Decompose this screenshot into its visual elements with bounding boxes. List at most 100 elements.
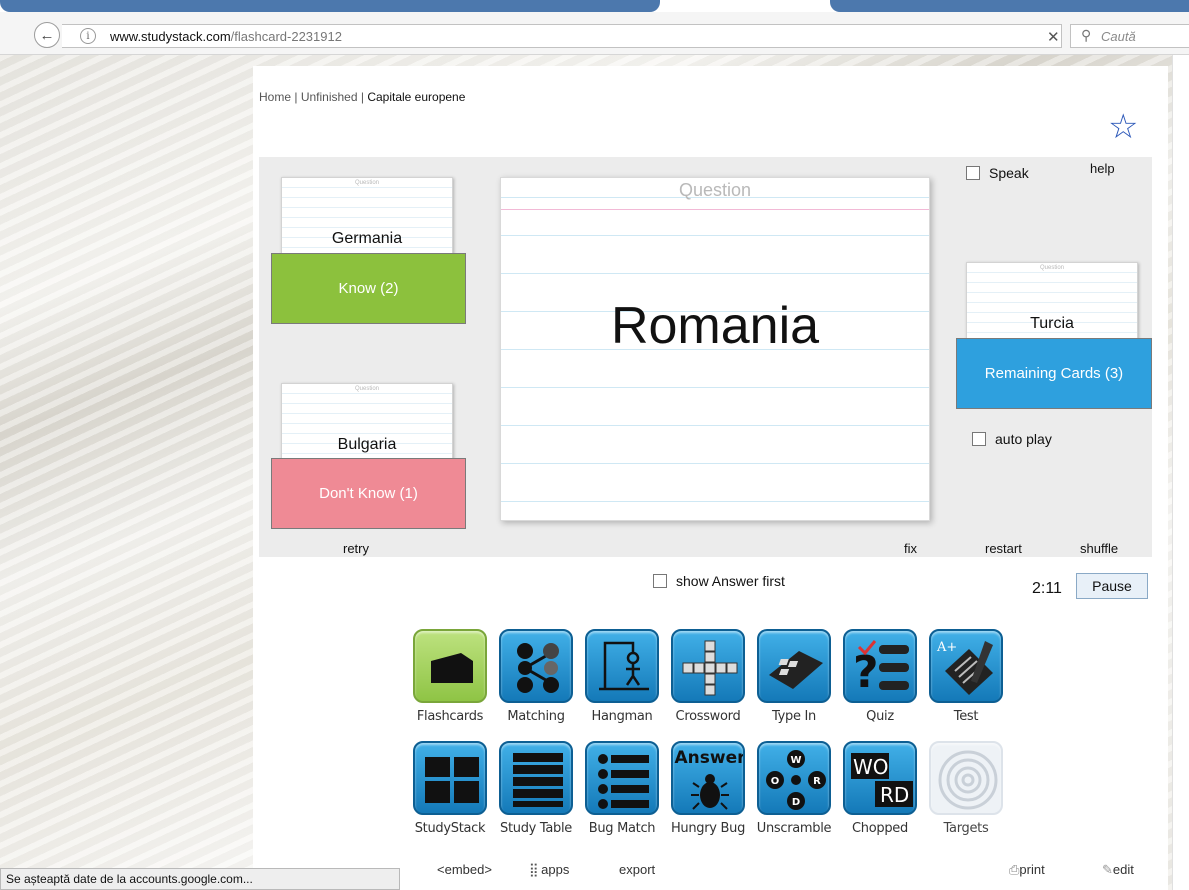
remaining-pile-card: Question Turcia [966, 262, 1138, 344]
unscramble-icon: W O R D [757, 741, 831, 815]
app-label: StudyStack [414, 821, 486, 836]
shuffle-link[interactable]: shuffle [1080, 541, 1118, 556]
hungry-bug-icon: Answer [671, 741, 745, 815]
app-label: Crossword [675, 709, 741, 724]
back-button[interactable]: ← [34, 22, 60, 48]
app-quiz[interactable]: ? Quiz [837, 629, 923, 724]
breadcrumb: Home | Unfinished | Capitale europene [259, 90, 465, 104]
tab-strip [0, 0, 1189, 12]
know-pile-word: Germania [331, 230, 403, 247]
dont-know-pile-button[interactable]: Don't Know (1) [271, 458, 466, 529]
breadcrumb-home[interactable]: Home [259, 90, 291, 104]
app-label: Hangman [591, 709, 653, 724]
app-type-in[interactable]: Type In [751, 629, 837, 724]
breadcrumb-separator: | [357, 90, 368, 104]
status-bar: Se așteaptă date de la accounts.google.c… [0, 868, 400, 890]
favorite-star-icon[interactable]: ☆ [1108, 110, 1138, 144]
url-path: /flashcard-2231912 [230, 29, 342, 44]
checkbox-box[interactable] [653, 574, 667, 588]
app-test[interactable]: A+ Test [923, 629, 1009, 724]
hangman-icon [585, 629, 659, 703]
pencil-icon: ✎ [1102, 862, 1113, 877]
know-pile-button[interactable]: Know (2) [271, 253, 466, 324]
app-label: Chopped [852, 821, 908, 836]
svg-text:?: ? [853, 647, 879, 698]
speak-checkbox[interactable]: Speak [966, 165, 1029, 181]
back-arrow-icon: ← [39, 26, 55, 44]
active-tab[interactable] [0, 0, 660, 12]
checkbox-box[interactable] [966, 166, 980, 180]
app-label: Test [953, 709, 979, 724]
export-link[interactable]: export [619, 862, 655, 877]
retry-link[interactable]: retry [343, 541, 369, 556]
app-targets[interactable]: Targets [923, 741, 1009, 836]
restart-link[interactable]: restart [985, 541, 1022, 556]
app-flashcards[interactable]: Flashcards [407, 629, 493, 724]
page-scrollbar[interactable] [1172, 55, 1189, 890]
timer: 2:11 [1032, 580, 1062, 597]
fix-link[interactable]: fix [904, 541, 917, 556]
remaining-pile-word: Turcia [1030, 315, 1074, 332]
app-chopped[interactable]: WO RD Chopped [837, 741, 923, 836]
app-matching[interactable]: Matching [493, 629, 579, 724]
app-bug-match[interactable]: Bug Match [579, 741, 665, 836]
grid-icon: ⣿ [529, 862, 538, 877]
chopped-icon: WO RD [843, 741, 917, 815]
studystack-page: Home | Unfinished | Capitale europene ☆ … [253, 66, 1168, 890]
study-table-icon [499, 741, 573, 815]
know-pile-card: Question Germania [281, 177, 453, 259]
clear-url-icon[interactable]: ✕ [1047, 28, 1060, 46]
aplus-text: A+ [936, 640, 957, 655]
flashcard-panel: Question Germania Know (2) Question Bulg… [259, 157, 1152, 557]
browser-toolbar: ← i www.studystack.com/flashcard-2231912… [0, 0, 1189, 55]
speak-label: Speak [989, 165, 1029, 181]
pause-button[interactable]: Pause [1076, 573, 1148, 599]
main-flashcard[interactable]: Question Romania [500, 177, 930, 521]
app-hangman[interactable]: Hangman [579, 629, 665, 724]
search-icon: ⚲ [1081, 27, 1092, 43]
app-label: Study Table [500, 821, 572, 836]
flashcards-icon [413, 629, 487, 703]
browser-search-field[interactable]: ⚲ Caută [1070, 24, 1189, 48]
quiz-icon: ? [843, 629, 917, 703]
test-icon: A+ [929, 629, 1003, 703]
help-link[interactable]: help [1090, 161, 1115, 176]
edit-link[interactable]: ✎edit [1102, 862, 1134, 878]
info-icon[interactable]: i [80, 28, 96, 44]
app-label: Flashcards [416, 709, 484, 724]
print-label: print [1019, 862, 1045, 877]
card-header: Question [354, 180, 379, 186]
app-label: Hungry Bug [670, 821, 746, 836]
app-label: Unscramble [756, 821, 832, 836]
checkbox-box[interactable] [972, 432, 986, 446]
app-hungry-bug[interactable]: Answer Hungry Bug [665, 741, 751, 836]
auto-play-checkbox[interactable]: auto play [972, 431, 1052, 447]
keyboard-icon [757, 629, 831, 703]
url-text[interactable]: www.studystack.com/flashcard-2231912 [110, 29, 342, 44]
dont-know-pile-card: Question Bulgaria [281, 383, 453, 465]
app-studystack[interactable]: StudyStack [407, 741, 493, 836]
show-answer-first-label: show Answer first [676, 573, 785, 589]
print-link[interactable]: ⎙print [1009, 862, 1045, 878]
bug-match-icon [585, 741, 659, 815]
printer-icon: ⎙ [1009, 862, 1020, 877]
other-tab[interactable] [830, 0, 1189, 12]
dont-know-pile-label: Don't Know (1) [319, 485, 418, 502]
breadcrumb-unfinished[interactable]: Unfinished [301, 90, 358, 104]
apps-link[interactable]: ⣿ apps [529, 862, 569, 878]
embed-link[interactable]: <embed> [437, 862, 492, 877]
show-answer-first-checkbox[interactable]: show Answer first [653, 573, 785, 589]
app-crossword[interactable]: Crossword [665, 629, 751, 724]
matching-icon [499, 629, 573, 703]
remaining-pile-button[interactable]: Remaining Cards (3) [956, 338, 1152, 409]
letter-o: O [771, 776, 780, 787]
app-study-table[interactable]: Study Table [493, 741, 579, 836]
app-unscramble[interactable]: W O R D Unscramble [751, 741, 837, 836]
app-label: Quiz [866, 709, 894, 724]
address-bar[interactable]: i www.studystack.com/flashcard-2231912 ✕ [62, 24, 1062, 48]
card-margin-line [501, 209, 929, 210]
chopped-rd: RD [880, 783, 909, 807]
app-label: Type In [772, 709, 816, 724]
edit-label: edit [1112, 862, 1134, 877]
answer-text: Answer [675, 748, 746, 768]
